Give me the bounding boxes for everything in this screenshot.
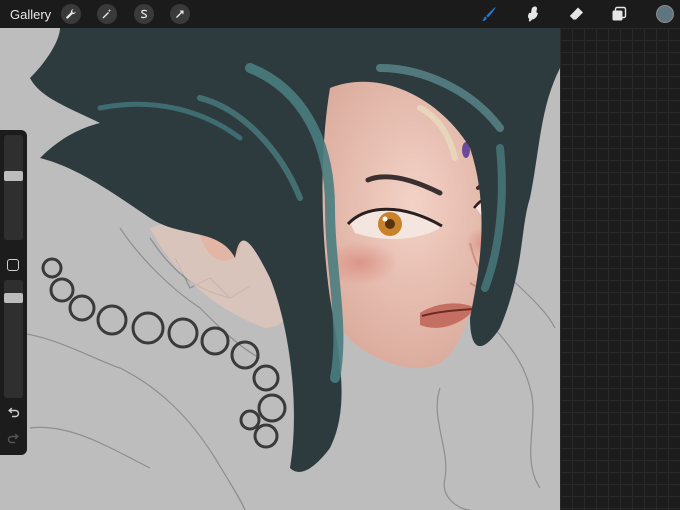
modify-button[interactable] xyxy=(7,259,19,271)
eraser-icon xyxy=(569,7,583,20)
undo-button[interactable] xyxy=(6,406,21,421)
smudge-icon xyxy=(527,6,538,22)
selection-s-icon xyxy=(140,9,148,19)
left-sidebar xyxy=(0,130,27,455)
color-swatch[interactable] xyxy=(656,5,674,23)
brush-size-slider[interactable] xyxy=(4,135,23,240)
actions-button[interactable] xyxy=(61,4,81,24)
layers-icon xyxy=(612,6,627,21)
opacity-thumb[interactable] xyxy=(4,293,23,303)
transform-button[interactable] xyxy=(170,4,190,24)
selection-button[interactable] xyxy=(134,4,154,24)
redo-icon xyxy=(7,433,19,444)
smudge-tool[interactable] xyxy=(522,4,544,24)
top-toolbar: Gallery xyxy=(0,0,680,28)
magic-wand-icon xyxy=(102,9,112,19)
brush-icon xyxy=(482,7,496,22)
layers-tool[interactable] xyxy=(608,4,630,24)
gallery-button[interactable]: Gallery xyxy=(10,7,51,22)
opacity-slider[interactable] xyxy=(4,280,23,398)
brush-size-thumb[interactable] xyxy=(4,171,23,181)
adjustments-button[interactable] xyxy=(97,4,117,24)
brush-tool[interactable] xyxy=(478,4,500,24)
drawing-canvas[interactable] xyxy=(0,28,560,510)
canvas-grid-area xyxy=(560,28,680,510)
undo-icon xyxy=(8,407,20,418)
transform-arrow-icon xyxy=(176,10,184,18)
redo-button[interactable] xyxy=(6,432,21,447)
wrench-icon xyxy=(66,9,76,19)
eraser-tool[interactable] xyxy=(565,4,587,24)
artwork xyxy=(0,28,560,510)
